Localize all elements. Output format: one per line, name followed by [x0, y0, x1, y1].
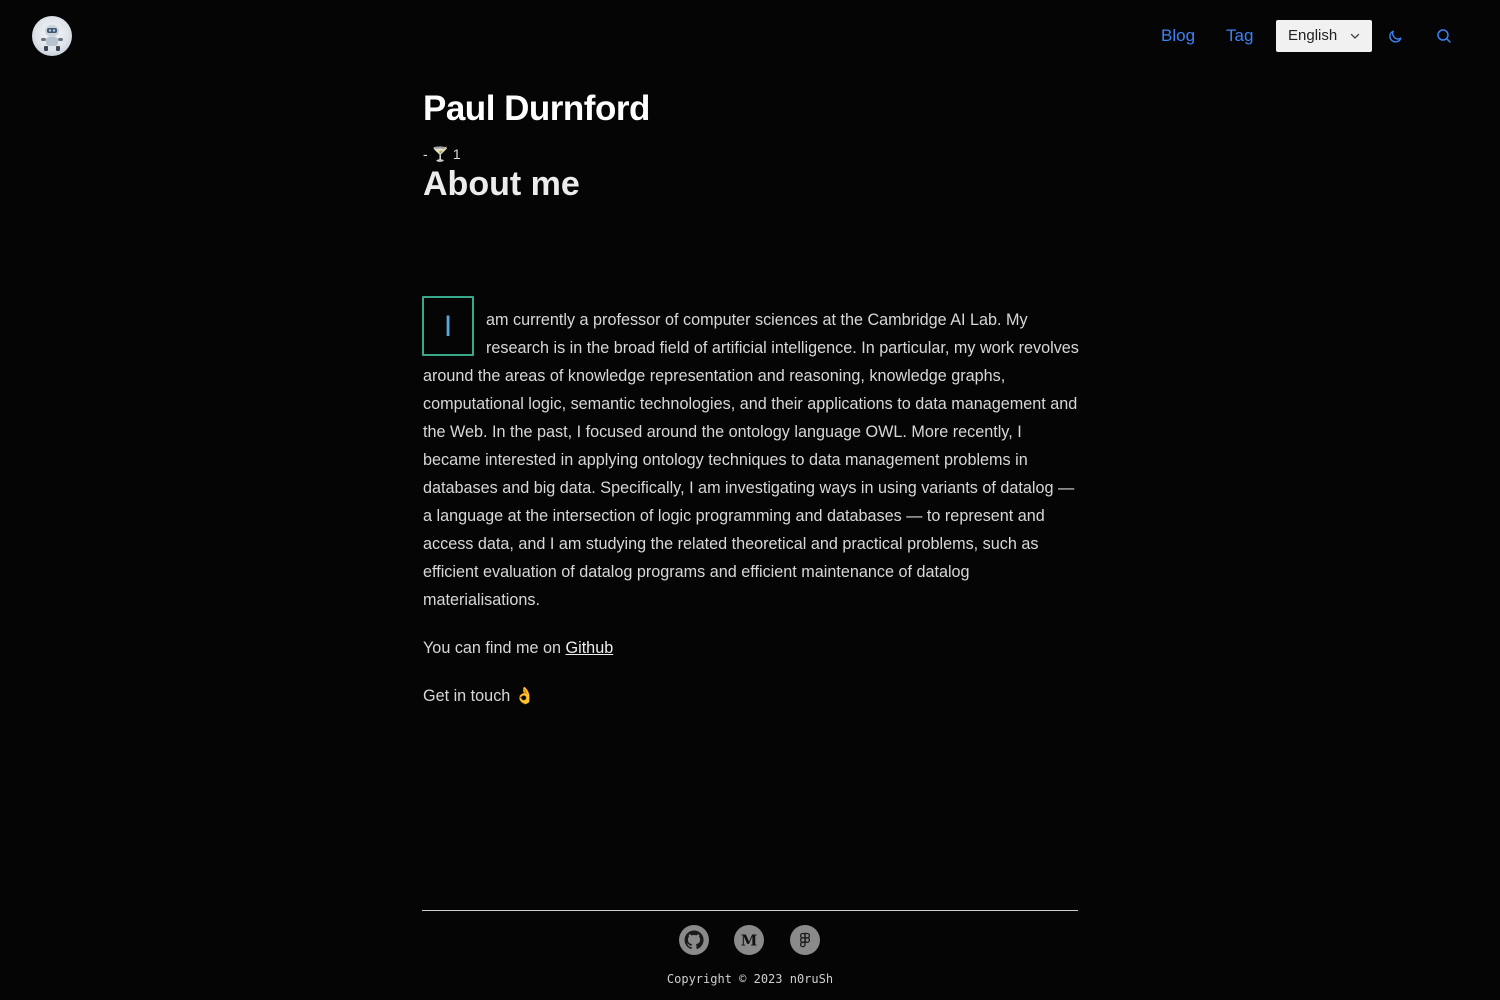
search-icon[interactable] [1435, 27, 1453, 45]
meta-prefix: - [423, 146, 428, 162]
copyright: Copyright © 2023 n0ruSh [666, 972, 834, 986]
moon-icon[interactable] [1387, 27, 1405, 45]
footer-divider [422, 910, 1078, 911]
get-in-touch-text: Get in touch [423, 687, 511, 705]
nav-blog-link[interactable]: Blog [1161, 24, 1195, 48]
get-in-touch-line: Get in touch 👌 [423, 682, 535, 710]
about-paragraph: am currently a professor of computer sci… [423, 306, 1083, 614]
footer-medium-button[interactable]: M [734, 925, 764, 955]
find-me-line: You can find me on Github [423, 634, 613, 662]
avatar[interactable] [32, 16, 72, 56]
site-header: Blog Tag English [0, 0, 1500, 72]
cocktail-icon: 🍸 [431, 147, 449, 163]
language-select[interactable]: English [1276, 20, 1372, 52]
footer-figma-button[interactable] [790, 925, 820, 955]
ok-hand-icon: 👌 [514, 686, 535, 705]
section-heading: About me [423, 165, 580, 203]
page-title: Paul Durnford [423, 89, 650, 128]
meta-count: 1 [452, 146, 461, 162]
find-me-text: You can find me on [423, 639, 561, 657]
page: Blog Tag English Paul Durnford - 🍸 1 Abo… [0, 0, 1500, 1000]
drop-cap-spacer [423, 306, 486, 362]
about-paragraph-text: am currently a professor of computer sci… [423, 311, 1079, 609]
nav-tag-link[interactable]: Tag [1226, 24, 1253, 48]
github-icon [684, 930, 704, 950]
language-selected-value: English [1288, 27, 1338, 44]
svg-text:M: M [741, 932, 758, 950]
chevron-down-icon [1350, 33, 1360, 39]
figma-icon [799, 932, 811, 948]
github-link[interactable]: Github [566, 639, 614, 657]
medium-icon: M [741, 932, 758, 950]
robot-avatar-icon [41, 25, 63, 51]
footer-github-button[interactable] [679, 925, 709, 955]
